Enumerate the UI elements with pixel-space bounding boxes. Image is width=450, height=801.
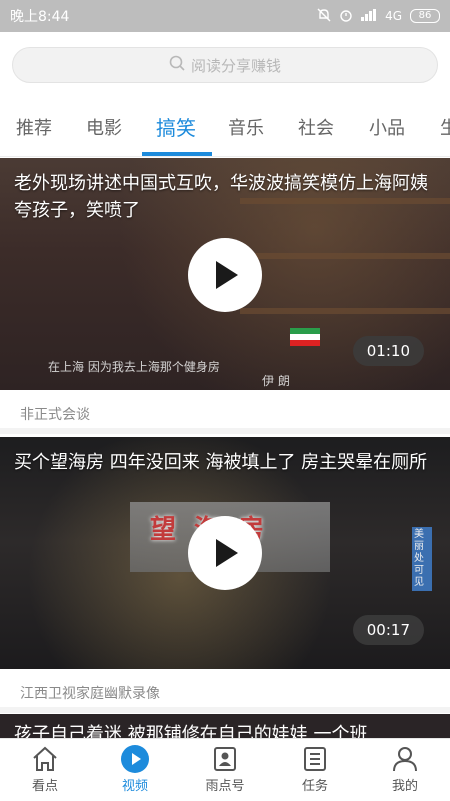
nav-label: 视频 [121,779,148,794]
tab-society[interactable]: 社会 [298,114,334,140]
video-duration: 01:10 [352,336,424,366]
play-icon [216,539,238,567]
tab-sketch[interactable]: 小品 [369,114,405,140]
video-card[interactable]: 孩子自己着迷 被那铺修在自己的娃娃 一个班 [0,714,450,738]
nav-item-mine[interactable]: 我的 [360,743,450,794]
signal-icon [361,8,377,24]
search-icon [169,55,191,75]
network-label: 4G [385,9,402,23]
nav-item-channel[interactable]: 雨点号 [180,743,270,794]
video-title[interactable]: 买个望海房 四年没回来 海被填上了 房主哭晕在厕所 [14,449,434,476]
nav-item-video[interactable]: 视频 [90,743,180,794]
video-subtitle: 在上海 因为我去上海那个健身房 [48,360,220,374]
nav-label: 任务 [301,779,328,794]
nav-label: 看点 [31,779,58,794]
video-side-tag: 美丽处可见 [412,527,432,591]
play-button[interactable] [188,238,262,312]
status-bar: 晚上8:44 4G 86 [0,0,450,32]
nav-item-home[interactable]: 看点 [0,743,90,794]
nav-label: 我的 [391,779,418,794]
play-button[interactable] [188,516,262,590]
feed-divider [0,428,450,434]
video-play-icon [90,743,180,775]
status-time: 晚上8:44 [10,9,70,25]
video-name-tag: 伊 朗 [262,374,290,388]
video-source[interactable]: 非正式会谈 [20,404,90,424]
person-icon [360,743,450,775]
search-bar[interactable]: 阅读分享赚钱 [12,47,438,83]
home-icon [0,743,90,775]
feed-divider [0,707,450,713]
nav-label: 雨点号 [205,779,245,794]
task-list-icon [270,743,360,775]
tab-funny[interactable]: 搞笑 [156,112,196,141]
active-tab-indicator [142,152,212,156]
contact-card-icon [180,743,270,775]
alarm-icon [339,8,353,25]
video-duration: 00:17 [352,615,424,645]
tab-life[interactable]: 生 [440,114,450,140]
play-icon [216,261,238,289]
nav-item-tasks[interactable]: 任务 [270,743,360,794]
mute-icon [317,8,331,25]
tab-recommend[interactable]: 推荐 [16,114,52,140]
search-placeholder: 阅读分享赚钱 [190,56,281,75]
status-icons: 4G 86 [317,8,440,25]
tab-movie[interactable]: 电影 [86,114,122,140]
video-title[interactable]: 孩子自己着迷 被那铺修在自己的娃娃 一个班 [14,720,367,738]
flag-icon [290,328,320,346]
video-title[interactable]: 老外现场讲述中国式互吹，华波波搞笑模仿上海阿姨夸孩子，笑喷了 [14,170,434,224]
battery-indicator: 86 [410,9,440,23]
video-source[interactable]: 江西卫视家庭幽默录像 [20,683,160,703]
bottom-navigation: 看点 视频 雨点号 任务 我的 [0,738,450,801]
category-tabs: 推荐 电影 搞笑 音乐 社会 小品 生 [0,108,450,157]
tab-music[interactable]: 音乐 [228,114,264,140]
